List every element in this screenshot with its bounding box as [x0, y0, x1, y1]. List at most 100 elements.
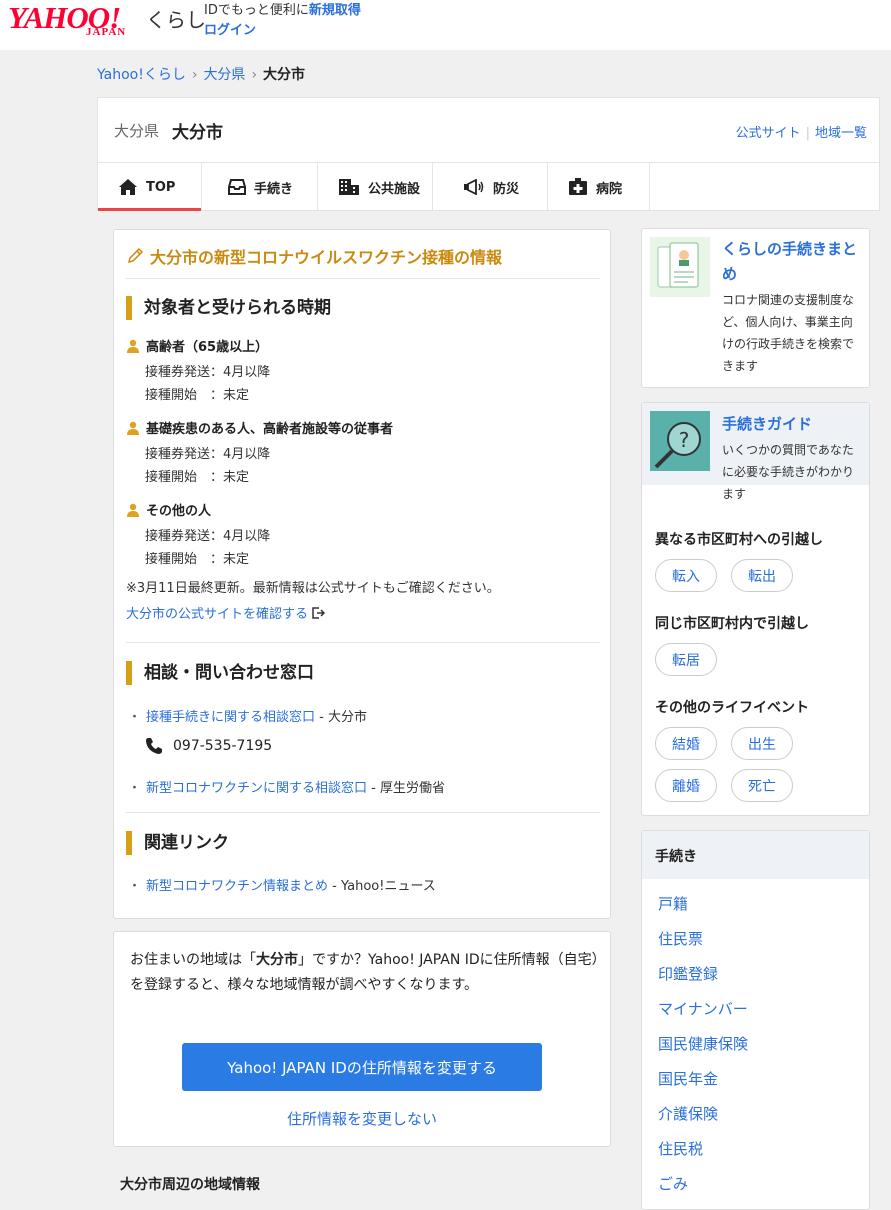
person-icon	[127, 339, 139, 353]
section-title-related: 関連リンク	[126, 831, 229, 855]
person-icon	[127, 421, 139, 435]
eligible-group-heading: 基礎疾患のある人、高齢者施設等の従事者	[126, 418, 393, 437]
contact-org: - 厚生労働省	[367, 781, 445, 796]
service-name[interactable]: くらし	[146, 4, 206, 33]
official-site-link[interactable]: 公式サイト	[736, 126, 801, 141]
relocation-button[interactable]: 転居	[655, 643, 717, 676]
id-promo: IDでもっと便利に新規取得	[204, 2, 361, 19]
breadcrumb-item-kurashi[interactable]: Yahoo!くらし	[97, 67, 186, 83]
phone-icon	[146, 738, 162, 754]
vaccine-card-title: 大分市の新型コロナウイルスワクチン接種の情報	[126, 244, 502, 268]
procedure-item-seal-registration[interactable]: 印鑑登録	[658, 963, 718, 984]
region-header: 大分県 大分市 公式サイト | 地域一覧	[98, 98, 879, 163]
chevron-right-icon: ›	[251, 67, 258, 83]
login-link[interactable]: ログイン	[204, 19, 256, 38]
related-item: ・新型コロナワクチン情報まとめ - Yahoo!ニュース	[128, 875, 436, 894]
procedure-item-my-number[interactable]: マイナンバー	[658, 998, 748, 1019]
change-address-button[interactable]: Yahoo! JAPAN IDの住所情報を変更する	[182, 1043, 542, 1091]
address-confirm-card: お住まいの地域は「大分市」ですか？Yahoo! JAPAN IDに住所情報（自宅…	[113, 931, 611, 1147]
nearby-area-heading: 大分市周辺の地域情報	[120, 1177, 260, 1193]
contact-link[interactable]: 接種手続きに関する相談窓口	[146, 710, 315, 725]
phone-number: 097-535-7195	[145, 737, 272, 755]
guide-title: 手続きガイド	[722, 415, 813, 433]
vaccine-title-text: 大分市の新型コロナウイルスワクチン接種の情報	[150, 248, 503, 267]
inbox-icon	[228, 179, 246, 195]
procedures-list-card: 手続き 戸籍 住民票 印鑑登録 マイナンバー 国民健康保険 国民年金 介護保険 …	[641, 830, 870, 1210]
breadcrumb: Yahoo!くらし › 大分県 › 大分市	[97, 64, 305, 84]
related-org: - Yahoo!ニュース	[328, 879, 436, 894]
contact-link[interactable]: 新型コロナワクチンに関する相談窓口	[146, 781, 367, 796]
other-life-events-label: その他のライフイベント	[655, 700, 809, 716]
move-out-button[interactable]: 転出	[731, 559, 793, 592]
procedure-item-nursing-care[interactable]: 介護保険	[658, 1103, 718, 1124]
tab-label: 防災	[493, 181, 520, 197]
move-other-city-label: 異なる市区町村への引越し	[655, 532, 823, 548]
keep-address-link[interactable]: 住所情報を変更しない	[114, 1108, 610, 1129]
procedure-item-koseki[interactable]: 戸籍	[658, 893, 688, 914]
tab-procedures[interactable]: 手続き	[202, 163, 318, 211]
guide-header[interactable]: ? 手続きガイド いくつかの質問であなたに必要な手続きがわかります	[642, 403, 869, 501]
hospital-icon	[569, 178, 587, 195]
region-panel: 大分県 大分市 公式サイト | 地域一覧 TOP 手続き 公共施設 防災 病院	[97, 97, 880, 211]
region-list-link[interactable]: 地域一覧	[815, 126, 867, 141]
ticket-shipping: 接種券発送：4月以降	[145, 365, 271, 380]
tab-label: 病院	[596, 181, 623, 197]
marriage-button[interactable]: 結婚	[655, 727, 717, 760]
bullet-dot: ・	[128, 879, 142, 894]
building-icon	[339, 179, 359, 195]
promo-title: くらしの手続きまとめ	[722, 240, 858, 283]
divorce-button[interactable]: 離婚	[655, 769, 717, 802]
city-name: 大分市	[172, 123, 223, 143]
top-bar: YAHOO! JAPAN くらし IDでもっと便利に新規取得 ログイン	[0, 0, 891, 50]
megaphone-icon	[464, 179, 484, 195]
address-city: 大分市	[256, 952, 298, 968]
official-site-check-link[interactable]: 大分市の公式サイトを確認する	[126, 603, 326, 622]
id-promo-text: IDでもっと便利に	[204, 3, 309, 18]
ticket-shipping: 接種券発送：4月以降	[145, 447, 271, 462]
tab-top[interactable]: TOP	[98, 163, 202, 211]
tab-hospital[interactable]: 病院	[548, 163, 650, 211]
home-icon	[119, 179, 137, 195]
move-in-button[interactable]: 転入	[655, 559, 717, 592]
official-link-text: 大分市の公式サイトを確認する	[126, 607, 309, 622]
phone-text: 097-535-7195	[173, 738, 273, 754]
address-text-pre: お住まいの地域は「	[130, 952, 256, 968]
procedure-item-garbage[interactable]: ごみ	[658, 1173, 688, 1194]
procedure-item-health-insurance[interactable]: 国民健康保険	[658, 1033, 748, 1054]
person-icon	[127, 503, 139, 517]
procedure-item-resident-record[interactable]: 住民票	[658, 928, 703, 949]
tab-disaster-prevention[interactable]: 防災	[433, 163, 548, 211]
bullet-dot: ・	[128, 781, 142, 796]
procedure-summary-promo[interactable]: くらしの手続きまとめ コロナ関連の支援制度など、個人向け、事業主向けの行政手続き…	[641, 228, 870, 388]
divider	[126, 278, 600, 279]
eligible-group-heading: その他の人	[126, 500, 211, 519]
tab-label: 手続き	[254, 181, 294, 197]
yahoo-logo[interactable]: YAHOO! JAPAN	[8, 2, 140, 39]
signup-link[interactable]: 新規取得	[309, 3, 361, 18]
section-title-contact: 相談・問い合わせ窓口	[126, 661, 314, 685]
ticket-shipping: 接種券発送：4月以降	[145, 529, 271, 544]
birth-button[interactable]: 出生	[731, 727, 793, 760]
procedure-item-national-pension[interactable]: 国民年金	[658, 1068, 718, 1089]
region-tabs: TOP 手続き 公共施設 防災 病院	[98, 163, 650, 211]
related-link[interactable]: 新型コロナワクチン情報まとめ	[146, 879, 328, 894]
procedure-item-resident-tax[interactable]: 住民税	[658, 1138, 703, 1159]
vaccination-start: 接種開始 ：未定	[145, 552, 250, 567]
chevron-right-icon: ›	[191, 67, 198, 83]
document-illustration-icon	[650, 237, 710, 297]
external-link-icon	[312, 606, 326, 619]
link-divider: |	[805, 126, 810, 141]
promo-description: コロナ関連の支援制度など、個人向け、事業主向けの行政手続きを検索できます	[722, 293, 855, 373]
divider	[126, 812, 600, 813]
procedures-title: 手続き	[655, 849, 697, 865]
breadcrumb-item-prefecture[interactable]: 大分県	[203, 67, 245, 83]
move-same-city-label: 同じ市区町村内で引越し	[655, 616, 809, 632]
tab-public-facilities[interactable]: 公共施設	[318, 163, 433, 211]
section-title-eligibility: 対象者と受けられる時期	[126, 296, 331, 320]
prefecture-name: 大分県	[114, 122, 160, 140]
vaccination-start: 接種開始 ：未定	[145, 388, 250, 403]
address-message: お住まいの地域は「大分市」ですか？Yahoo! JAPAN IDに住所情報（自宅…	[130, 948, 600, 998]
group-name: 高齢者（65歳以上）	[146, 340, 269, 355]
death-button[interactable]: 死亡	[731, 769, 793, 802]
group-name: その他の人	[146, 504, 212, 519]
